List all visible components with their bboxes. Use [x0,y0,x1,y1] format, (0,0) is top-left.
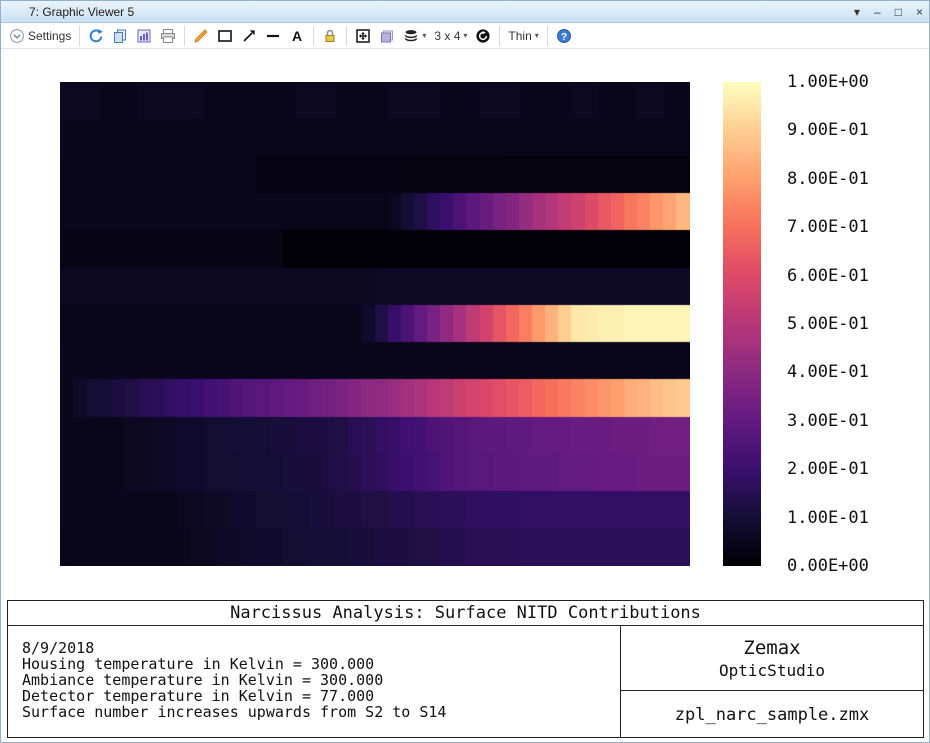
window-title: 7: Graphic Viewer 5 [1,5,134,19]
pencil-icon [193,28,209,44]
branding-cell: Zemax OpticStudio [621,626,923,691]
grid-size-caret: ▾ [463,31,467,40]
colorbar-tick-label: 3.00E-01 [787,411,869,431]
colorbar-tick-label: 2.00E-01 [787,459,869,479]
save-image-button[interactable] [132,26,156,46]
graphic-viewer-window: 7: Graphic Viewer 5 ▾ – □ × Settings [0,0,930,743]
toolbar-separator [499,26,500,46]
text-icon: A [289,28,305,44]
grid-size-dropdown[interactable]: 3 x 4 ▾ [430,27,471,45]
grid-size-label: 3 x 4 [434,29,460,43]
narcissus-heatmap [60,82,690,566]
thickness-dropdown[interactable]: Thin ▾ [504,27,542,45]
save-image-icon [136,28,152,44]
colorbar-tick-label: 7.00E-01 [787,217,869,237]
colorbar-tick-label: 1.00E-01 [787,508,869,528]
line-icon [265,28,281,44]
lock-button[interactable] [318,26,342,46]
help-button[interactable]: ? [552,26,576,46]
draw-rectangle-button[interactable] [213,26,237,46]
analysis-info-line: Surface number increases upwards from S2… [22,704,620,720]
colorbar-tick-label: 6.00E-01 [787,266,869,286]
lens-filename: zpl_narc_sample.zmx [675,705,869,725]
colorbar-tick-label: 8.00E-01 [787,169,869,189]
layers-button[interactable] [375,26,399,46]
analysis-info-line: 8/9/2018 [22,640,620,656]
maximize-button[interactable]: □ [895,1,902,23]
rectangle-icon [217,28,233,44]
colorbar [723,82,761,566]
colorbar-tick-label: 5.00E-01 [787,314,869,334]
fit-window-icon [355,28,371,44]
filename-cell: zpl_narc_sample.zmx [621,691,923,738]
copy-button[interactable] [108,26,132,46]
settings-button[interactable]: Settings [5,26,75,46]
colorbar-tick-labels: 1.00E+009.00E-018.00E-017.00E-016.00E-01… [787,82,930,566]
toolbar-separator [313,26,314,46]
brand-product: OpticStudio [719,661,825,680]
draw-pencil-button[interactable] [189,26,213,46]
draw-arrow-button[interactable] [237,26,261,46]
toolbar-separator [346,26,347,46]
draw-line-button[interactable] [261,26,285,46]
plot-title: Narcissus Analysis: Surface NITD Contrib… [8,601,923,626]
analysis-info-line: Detector temperature in Kelvin = 77.000 [22,688,620,704]
minimize-button[interactable]: – [874,1,881,23]
annotation-box: Narcissus Analysis: Surface NITD Contrib… [7,600,924,738]
toolbar: Settings A [1,23,929,49]
toolbar-separator [79,26,80,46]
window-controls: ▾ – □ × [854,1,923,23]
branding-column: Zemax OpticStudio zpl_narc_sample.zmx [620,626,923,738]
colorbar-tick-label: 1.00E+00 [787,72,869,92]
refresh-button[interactable] [84,26,108,46]
colorbar-tick-label: 4.00E-01 [787,362,869,382]
stack-plot-icon [403,28,419,44]
thickness-caret: ▾ [535,31,539,40]
settings-label: Settings [28,29,71,43]
lock-icon [322,28,338,44]
svg-text:A: A [292,28,302,44]
arrow-icon [241,28,257,44]
analysis-info-line: Ambiance temperature in Kelvin = 300.000 [22,672,620,688]
window-menu-button[interactable]: ▾ [854,1,860,23]
print-button[interactable] [156,26,180,46]
colorbar-tick-label: 9.00E-01 [787,120,869,140]
brand-name: Zemax [743,637,800,659]
analysis-info: 8/9/2018Housing temperature in Kelvin = … [8,626,620,738]
draw-text-button[interactable]: A [285,26,309,46]
title-bar: 7: Graphic Viewer 5 ▾ – □ × [1,1,929,23]
stack-plot-button[interactable]: ▾ [399,26,430,46]
refresh-icon [88,28,104,44]
toolbar-separator [184,26,185,46]
fit-window-button[interactable] [351,26,375,46]
toolbar-separator [547,26,548,46]
print-icon [160,28,176,44]
close-button[interactable]: × [916,1,923,23]
settings-chevron-icon [9,28,25,44]
rotate-button[interactable] [471,26,495,46]
svg-text:?: ? [561,31,567,42]
colorbar-tick-label: 0.00E+00 [787,556,869,576]
stack-plot-caret: ▾ [422,31,426,40]
annotation-body: 8/9/2018Housing temperature in Kelvin = … [8,626,923,738]
help-icon: ? [556,28,572,44]
rotate-icon [475,28,491,44]
layers-icon [379,28,395,44]
analysis-info-line: Housing temperature in Kelvin = 300.000 [22,656,620,672]
thickness-label: Thin [508,29,531,43]
copy-icon [112,28,128,44]
